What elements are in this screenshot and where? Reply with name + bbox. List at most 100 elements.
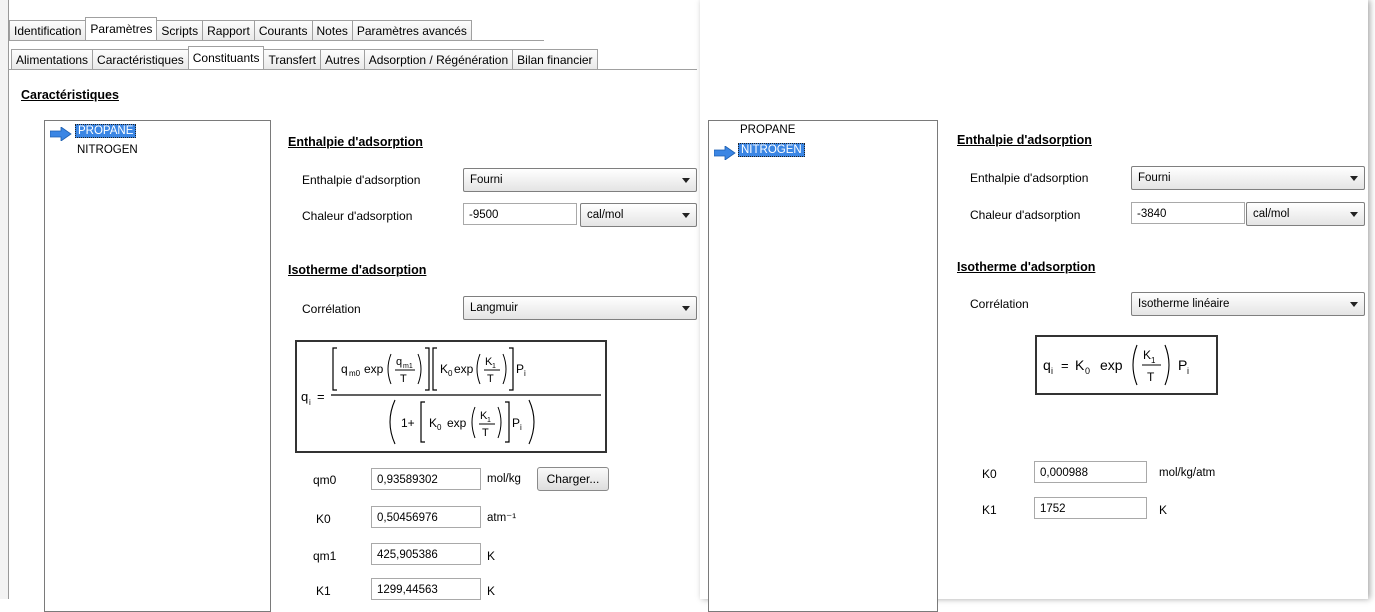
tab-scripts[interactable]: Scripts [156,20,204,40]
arrow-right-icon [714,146,736,160]
tab-identification[interactable]: Identification [9,20,87,40]
list-item-nitrogen[interactable]: NITROGEN [738,143,805,157]
correlation-select-value: Langmuir [470,302,518,314]
svg-text:P: P [516,362,524,376]
svg-text:T: T [1147,370,1155,384]
enthalpy-select[interactable]: Fourni [1131,166,1365,190]
svg-text:q: q [301,389,308,404]
enthalpy-title: Enthalpie d'adsorption [288,135,423,149]
isotherm-title: Isotherme d'adsorption [288,263,427,277]
param-k1-label: K1 [982,503,997,517]
chevron-down-icon [682,306,690,311]
heat-label: Chaleur d'adsorption [970,208,1081,222]
tab-adsorption-regeneration[interactable]: Adsorption / Régénération [363,49,514,69]
enthalpy-select-value: Fourni [470,174,503,186]
param-k0-unit: atm⁻¹ [487,512,517,524]
svg-text:0: 0 [448,369,453,378]
param-k1-unit: K [1159,503,1168,517]
svg-text:exp: exp [454,362,474,376]
correlation-select[interactable]: Isotherme linéaire [1131,292,1365,316]
formula-graphic: q i = q m0 exp q m1 T K 0 exp K 1 T P i … [301,347,601,445]
enthalpy-label: Enthalpie d'adsorption [970,171,1089,185]
linear-formula: q i = K 0 exp K 1 T P i [1035,335,1218,395]
param-qm1-unit: K [487,549,496,563]
list-item-nitrogen[interactable]: NITROGEN [77,144,138,156]
svg-text:i: i [1187,366,1189,376]
svg-text:P: P [1178,357,1187,373]
left-panel: Identification Paramètres Scripts Rappor… [8,0,699,612]
param-qm0-input[interactable]: 0,93589302 [371,468,481,490]
param-qm0-unit: mol/kg [487,473,521,485]
heat-unit-select[interactable]: cal/mol [1246,202,1365,226]
chevron-down-icon [682,213,690,218]
svg-text:i: i [309,398,311,407]
heat-label: Chaleur d'adsorption [302,209,413,223]
heat-unit-value: cal/mol [587,209,624,221]
heat-input[interactable]: -9500 [463,203,577,225]
param-k1-unit: K [487,584,496,598]
svg-text:=: = [1061,358,1069,373]
svg-text:i: i [520,423,522,432]
main-tabs: Identification Paramètres Scripts Rappor… [9,17,472,40]
correlation-select[interactable]: Langmuir [463,296,697,320]
enthalpy-title: Enthalpie d'adsorption [957,133,1092,147]
tab-autres[interactable]: Autres [320,49,365,69]
svg-text:exp: exp [1100,357,1123,373]
svg-text:q: q [341,362,348,376]
param-k0-label: K0 [982,467,997,481]
param-k1-input[interactable]: 1752 [1034,497,1147,519]
chevron-down-icon [682,178,690,183]
tab-rapport[interactable]: Rapport [202,20,255,40]
tab-parametres[interactable]: Paramètres [85,17,158,40]
svg-text:K: K [1143,348,1151,362]
section-title: Caractéristiques [21,88,119,102]
correlation-label: Corrélation [970,297,1029,311]
param-k1-input[interactable]: 1299,44563 [371,578,481,600]
tab-parametres-avances[interactable]: Paramètres avancés [351,20,472,40]
param-k0-label: K0 [316,512,331,526]
list-item-propane[interactable]: PROPANE [75,124,137,138]
svg-text:1: 1 [487,417,491,424]
enthalpy-select[interactable]: Fourni [463,168,697,192]
charger-button[interactable]: Charger... [537,467,609,491]
svg-text:q: q [396,356,402,368]
arrow-right-icon [50,127,72,141]
svg-text:exp: exp [364,362,384,376]
chevron-down-icon [1350,176,1358,181]
svg-text:T: T [482,427,489,439]
param-qm1-input[interactable]: 425,905386 [371,543,481,565]
tab-alimentations[interactable]: Alimentations [11,49,94,69]
svg-text:0: 0 [1085,366,1090,376]
svg-text:0: 0 [437,423,442,432]
heat-unit-select[interactable]: cal/mol [580,203,697,227]
formula-graphic: q i = K 0 exp K 1 T P i [1043,344,1189,386]
svg-text:T: T [487,373,494,385]
svg-text:T: T [400,373,407,385]
svg-text:exp: exp [447,416,467,430]
enthalpy-label: Enthalpie d'adsorption [302,173,421,187]
component-list[interactable]: PROPANE NITROGEN [44,120,271,612]
tab-notes[interactable]: Notes [311,20,353,40]
svg-text:K: K [1075,357,1085,373]
svg-text:P: P [512,416,520,430]
svg-text:m0: m0 [349,369,361,378]
param-k0-input[interactable]: 0,50456976 [371,506,481,528]
svg-text:1+: 1+ [401,416,415,430]
component-list-right[interactable]: PROPANE NITROGEN [708,120,938,612]
chevron-down-icon [1350,302,1358,307]
param-k0-input[interactable]: 0,000988 [1034,461,1147,483]
svg-text:=: = [317,389,325,404]
param-k1-label: K1 [316,584,331,598]
heat-unit-value: cal/mol [1253,208,1290,220]
correlation-select-value: Isotherme linéaire [1138,298,1230,310]
tab-constituants[interactable]: Constituants [187,46,265,69]
sub-tabs: Alimentations Caractéristiques Constitua… [11,46,598,69]
heat-input[interactable]: -3840 [1131,202,1245,224]
tab-bilan-financier[interactable]: Bilan financier [512,49,598,69]
tab-transfert[interactable]: Transfert [263,49,322,69]
chevron-down-icon [1350,212,1358,217]
tab-caracteristiques[interactable]: Caractéristiques [92,49,189,69]
param-qm1-label: qm1 [313,549,337,563]
tab-courants[interactable]: Courants [253,20,313,40]
list-item-propane[interactable]: PROPANE [740,124,795,136]
